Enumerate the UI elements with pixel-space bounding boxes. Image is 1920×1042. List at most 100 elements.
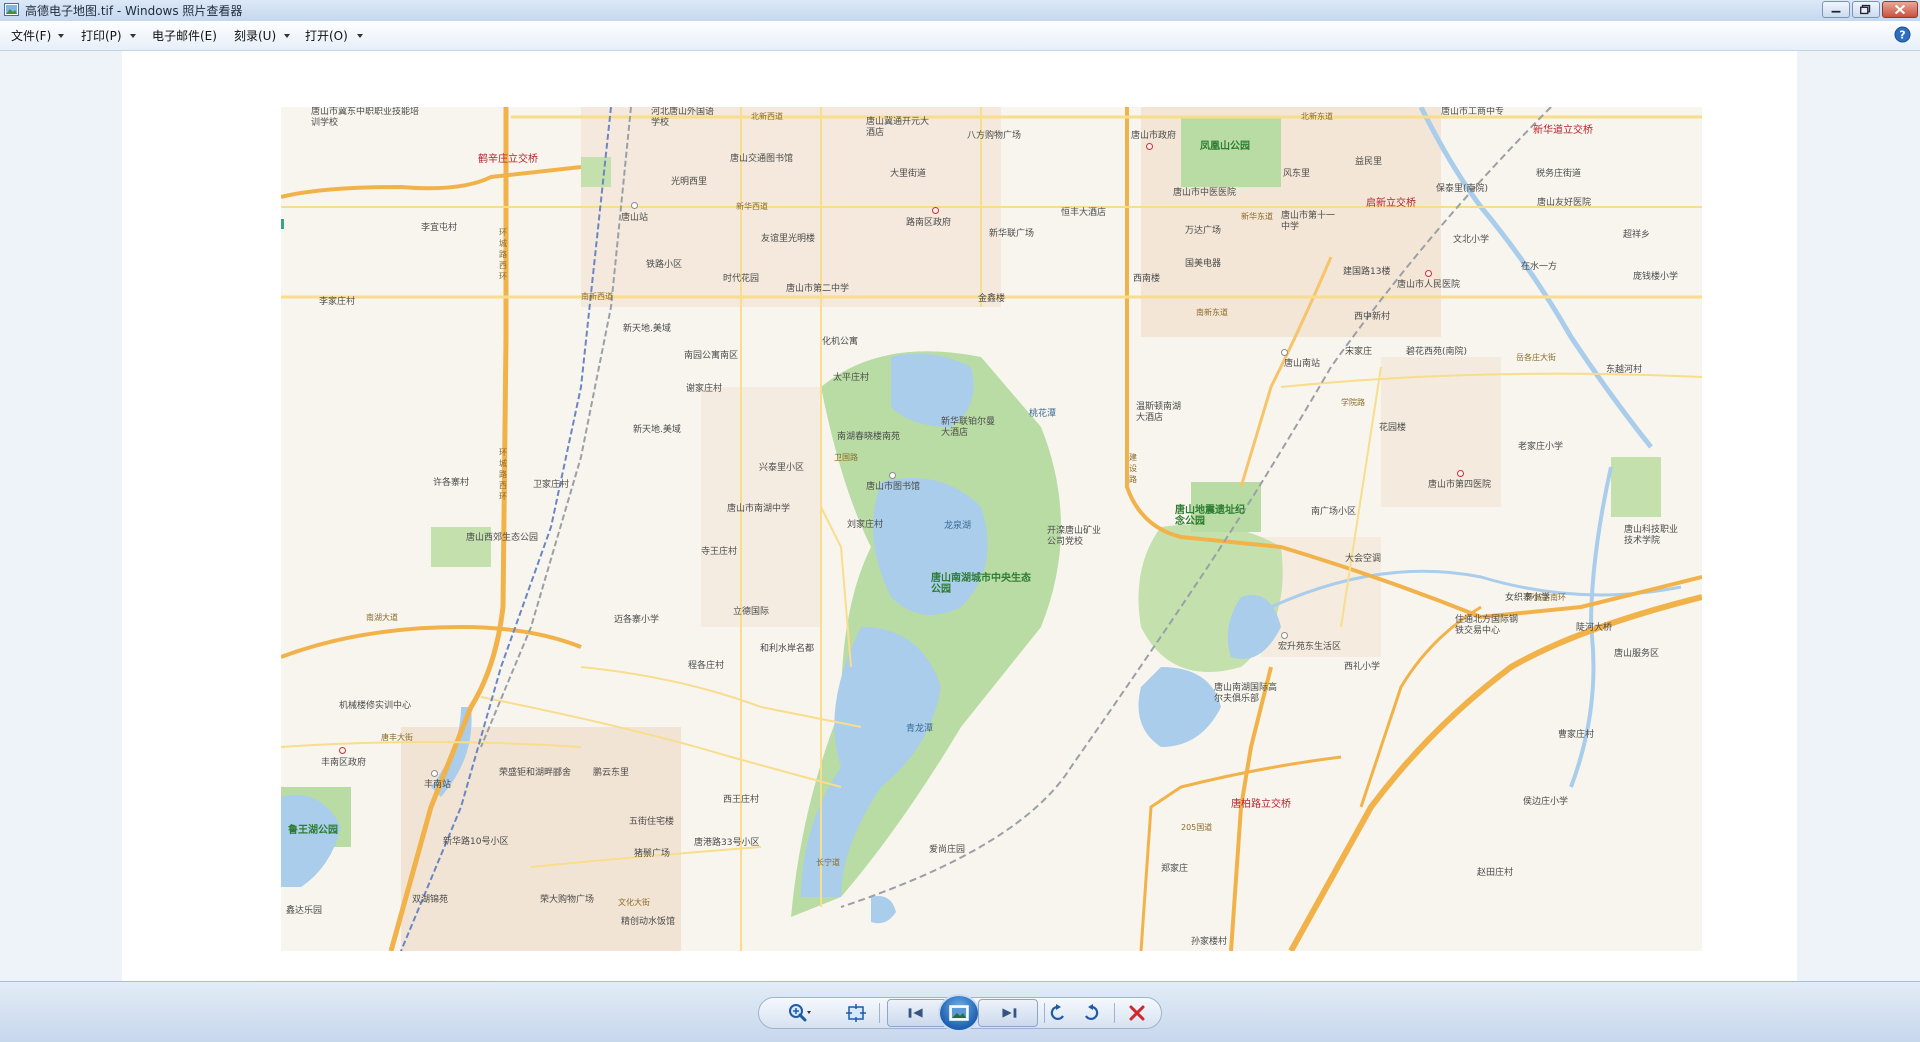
- map-label: 程各庄村: [688, 661, 725, 671]
- map-label: 河北唐山外国语学校: [651, 107, 715, 128]
- map-label: 许各寨村: [433, 478, 470, 488]
- rotate-right-button[interactable]: [1078, 1002, 1104, 1024]
- menu-file[interactable]: 文件(F): [11, 27, 51, 44]
- map-label: 新华道立交桥: [1533, 125, 1593, 136]
- minimize-button[interactable]: [1822, 1, 1850, 18]
- map-label: 新华西道: [736, 202, 768, 211]
- map-label: 凤凰山公园: [1200, 141, 1250, 152]
- chevron-down-icon: [130, 34, 136, 38]
- map-label: 文北小学: [1453, 235, 1490, 245]
- map-label: 荣大购物广场: [540, 895, 595, 905]
- map-label: 碧花西苑(南院): [1406, 347, 1468, 357]
- map-label: 环城路西环: [499, 228, 507, 281]
- chevron-down-icon: [58, 34, 64, 38]
- map-label: 宏升苑东生活区: [1278, 642, 1342, 652]
- map-label: 寺王庄村: [701, 547, 738, 557]
- next-button[interactable]: [978, 999, 1038, 1027]
- map-label: 猪鬃广场: [634, 849, 671, 859]
- map-label: 建设路: [1129, 453, 1137, 484]
- fit-to-window-icon: [846, 1004, 866, 1022]
- delete-button[interactable]: [1124, 1002, 1150, 1024]
- map-label: 时代花园: [723, 274, 760, 284]
- map-label: 机械楼修实训中心: [339, 701, 412, 711]
- photo-viewer-icon: [4, 3, 19, 16]
- close-button[interactable]: [1882, 1, 1918, 18]
- magnifier-icon: [789, 1004, 811, 1022]
- rotate-counterclockwise-icon: [1050, 1004, 1064, 1020]
- next-icon: [1002, 1008, 1017, 1018]
- help-icon[interactable]: ?: [1894, 26, 1911, 43]
- map-label: 大会空调: [1345, 554, 1382, 564]
- menu-burn[interactable]: 刻录(U): [234, 27, 276, 44]
- map-label: 唐山南湖城市中央生态公园: [931, 573, 1031, 595]
- map-label: 唐山友好医院: [1537, 198, 1592, 208]
- map-label: 文化大街: [618, 898, 650, 907]
- map-label: 南园公寓南区: [684, 351, 739, 361]
- poi-marker: [1281, 349, 1288, 356]
- map-label: 唐山西郊生态公园: [466, 533, 539, 543]
- map-label: 恒丰大酒店: [1061, 208, 1107, 218]
- svg-text:?: ?: [1899, 29, 1905, 42]
- poi-marker: [1146, 143, 1153, 150]
- map-label: 学院路: [1341, 398, 1365, 407]
- map-label: 唐山市工商中专: [1441, 107, 1505, 117]
- map-label: 唐山地震遗址纪念公园: [1175, 505, 1245, 527]
- map-label: 鑫达乐园: [286, 906, 323, 916]
- map-label: 在水一方: [1521, 262, 1558, 272]
- map-label: 南湖大道: [366, 613, 398, 622]
- map-label: 卫国路: [834, 453, 858, 462]
- poi-marker: [1281, 632, 1288, 639]
- map-label: 立德国际: [733, 607, 770, 617]
- rotate-left-button[interactable]: [1045, 1002, 1071, 1024]
- map-label: 孙家楼村: [1191, 937, 1228, 947]
- map-label: 鲁王湖公园: [288, 825, 338, 836]
- map-label: 金鑫楼: [978, 294, 1006, 304]
- map-label: 新天地.美域: [633, 425, 681, 435]
- map-label: 唐山市南湖中学: [727, 504, 791, 514]
- menu-open[interactable]: 打开(O): [305, 27, 348, 44]
- map-label: 鹏云东里: [593, 768, 630, 778]
- map-label: 西礼小学: [1344, 662, 1381, 672]
- map-label: 住通北方国际钢铁交易中心: [1455, 615, 1519, 636]
- map-label: 八方购物广场: [967, 131, 1022, 141]
- map-label: 唐山市图书馆: [866, 482, 921, 492]
- map-label: 女织寨小学: [1505, 593, 1551, 603]
- map-label: 郑家庄: [1161, 864, 1189, 874]
- poi-marker: [339, 747, 346, 754]
- delete-icon: [1129, 1005, 1145, 1021]
- map-label: 鹤辛庄立交桥: [478, 154, 538, 165]
- map-label: 建国路13楼: [1343, 267, 1391, 277]
- map-label: 北新西道: [751, 112, 783, 121]
- menu-print[interactable]: 打印(P): [81, 27, 122, 44]
- map-label: 唐山市人民医院: [1397, 280, 1461, 290]
- map-label: 万达广场: [1185, 226, 1222, 236]
- map-label: 新华联铂尔曼大酒店: [941, 417, 996, 438]
- map-label: 岳各庄大街: [1516, 353, 1556, 362]
- zoom-button[interactable]: [786, 1002, 812, 1024]
- map-label: 南新东道: [1196, 308, 1228, 317]
- map-label: 光明西里: [671, 177, 708, 187]
- fit-window-button[interactable]: [843, 1002, 869, 1024]
- slideshow-icon: [949, 1005, 969, 1021]
- maximize-button[interactable]: [1852, 1, 1880, 18]
- map-label: 友谊里光明楼: [761, 234, 816, 244]
- map-image: 鹤辛庄立交桥 新华道立交桥 启新立交桥 唐柏路立交桥 凤凰山公园 唐山地震遗址纪…: [281, 107, 1702, 951]
- map-label: 陡河大桥: [1576, 623, 1613, 633]
- map-label: 李宜屯村: [421, 223, 458, 233]
- menu-email[interactable]: 电子邮件(E): [152, 27, 217, 44]
- slideshow-button[interactable]: [938, 994, 980, 1032]
- map-label: 曹家庄村: [1558, 730, 1595, 740]
- map-label: 益民里: [1355, 157, 1383, 167]
- map-label: 新华路10号小区: [443, 837, 509, 847]
- map-label: 唐丰大街: [381, 733, 413, 742]
- map-label: 唐山站: [621, 213, 649, 223]
- map-label: 唐山市中医医院: [1173, 188, 1237, 198]
- map-label: 丰南站: [424, 780, 452, 790]
- map-label: 老家庄小学: [1518, 442, 1564, 452]
- map-label: 新天地.美域: [623, 324, 671, 334]
- map-label: 卫家庄村: [533, 480, 570, 490]
- map-label: 丰南区政府: [321, 758, 367, 768]
- map-label: 侯边庄小学: [1523, 797, 1569, 807]
- map-label: 启新立交桥: [1366, 198, 1416, 209]
- map-label: 唐山冀通开元大酒店: [866, 117, 930, 138]
